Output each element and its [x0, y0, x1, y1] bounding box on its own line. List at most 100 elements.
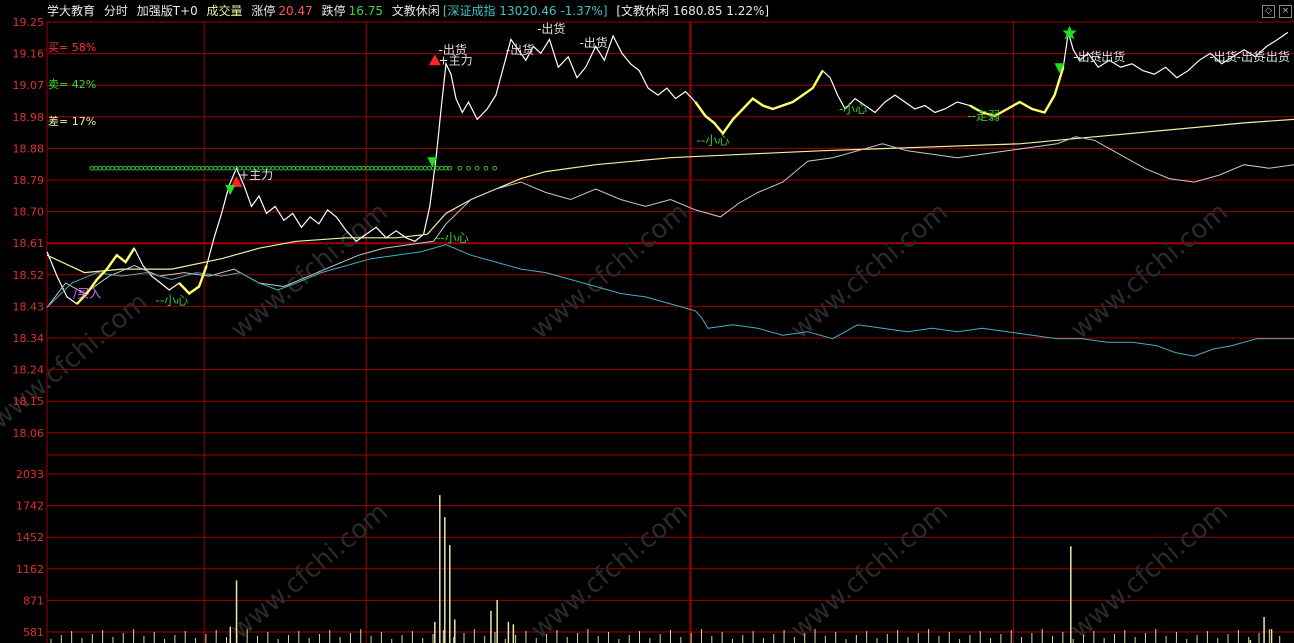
signal-dot: [163, 165, 169, 171]
signal-dot: [274, 165, 280, 171]
signal-dot: [204, 165, 210, 171]
price-tick-label: 18.79: [13, 174, 45, 187]
signal-dot: [180, 165, 185, 171]
signal-dot: [307, 165, 313, 171]
signal-dot: [414, 165, 420, 171]
annotation-label: -出货: [1097, 49, 1125, 64]
signal-dot: [389, 165, 395, 171]
price-tick-label: 18.43: [13, 300, 45, 313]
signal-dot: [212, 165, 218, 171]
signal-dot: [332, 165, 338, 171]
signal-dot: [344, 165, 350, 171]
signal-dot: [147, 165, 152, 171]
intraday-chart[interactable]: www.cfchi.com www.cfchi.com www.cfchi.com w…: [0, 0, 1294, 643]
limit-down-label: 跌停: [321, 4, 346, 18]
signal-dot: [295, 165, 300, 171]
signal-dot: [447, 165, 453, 171]
signal-dot: [352, 165, 358, 171]
watermark-text: www.cfchi.com: [525, 197, 694, 345]
stock-name[interactable]: 学大教育: [47, 4, 95, 18]
signal-dot: [155, 165, 161, 171]
signal-dot: [457, 165, 463, 171]
signal-dot: [373, 165, 379, 171]
annotations: /买入 --小心+主力--小心+主力-出货 -出货-出货-出货--小心-小心 --走弱…: [73, 21, 1290, 307]
volume-label: 成交量: [206, 4, 243, 18]
signal-dot: [101, 165, 107, 171]
signal-dot: [114, 165, 119, 171]
signal-dots: [89, 165, 498, 171]
signal-dot: [361, 165, 366, 171]
restore-button[interactable]: ◇: [1262, 5, 1275, 18]
annotation-label: --小心: [155, 293, 188, 307]
signal-dot: [336, 165, 342, 171]
signal-dot: [439, 165, 445, 171]
signal-dot: [134, 165, 140, 171]
volume-tick-label: 1162: [16, 563, 44, 576]
volume-tick-label: 1742: [16, 500, 44, 513]
signal-dot: [291, 165, 296, 171]
indicator-name[interactable]: 加强版T+0: [137, 4, 198, 18]
signal-dot: [184, 165, 189, 171]
signal-dot: [278, 165, 284, 171]
signal-dot: [402, 165, 407, 171]
header-bar: 学大教育 分时 加强版T+0 成交量 涨停 20.47 跌停 16.75 文教休闲[…: [0, 0, 1294, 22]
price-line: [46, 31, 1289, 305]
signal-dot: [138, 165, 144, 171]
volume-tick-label: 581: [23, 626, 44, 639]
price-tick-label: 18.88: [13, 142, 45, 155]
signal-dot: [217, 165, 222, 171]
signal-dot: [93, 165, 99, 171]
signal-dot: [159, 165, 165, 171]
signal-dot: [192, 165, 198, 171]
signal-dot: [385, 165, 391, 171]
annotation-label: --走弱: [967, 109, 1000, 123]
signal-dot: [315, 165, 321, 171]
stat-label: 差= 17%: [48, 114, 96, 128]
signal-dot: [196, 165, 202, 171]
signal-dot: [151, 165, 156, 171]
stat-label: 卖= 42%: [48, 78, 96, 91]
signal-dot: [418, 165, 424, 171]
signal-dot: [340, 165, 346, 171]
view-label[interactable]: 分时: [104, 4, 128, 18]
price-tick-label: 18.24: [13, 364, 45, 377]
signal-dot: [221, 165, 226, 171]
stat-label: 买= 58%: [48, 41, 96, 54]
price-tick-label: 18.52: [13, 269, 45, 282]
annotation-label: -小心: [839, 102, 867, 116]
signal-dot: [188, 165, 194, 171]
signal-dot: [377, 165, 383, 171]
signal-dot: [422, 165, 428, 171]
price-tick-label: 19.07: [13, 79, 45, 92]
signal-dot: [287, 165, 292, 171]
signal-dot: [167, 165, 173, 171]
price-tick-label: 18.98: [13, 111, 45, 124]
annotation-label: -出货: [506, 42, 534, 57]
annotation-label: -出货: [1262, 49, 1290, 64]
signal-dot: [466, 165, 471, 171]
signal-dot: [225, 165, 231, 171]
signal-dot: [299, 165, 305, 171]
watermark-text: www.cfchi.com: [785, 497, 954, 643]
signal-dot: [110, 165, 115, 171]
watermark-text: www.cfchi.com: [525, 497, 694, 643]
annotation-label: /买入: [73, 286, 101, 300]
index-info: [深证成指 13020.46 -1.37%]: [442, 4, 608, 18]
signal-dot: [126, 165, 132, 171]
signal-dot: [106, 165, 111, 171]
annotation-label: +主力: [239, 168, 273, 182]
signal-dot: [208, 165, 214, 171]
signal-dot: [324, 165, 329, 171]
watermarks: www.cfchi.com www.cfchi.com www.cfchi.com w…: [0, 197, 1234, 643]
signal-dot: [426, 165, 432, 171]
annotation-label: --小心: [436, 231, 469, 245]
signal-dot: [492, 165, 498, 171]
highlight-segment: [178, 265, 208, 296]
close-button[interactable]: ×: [1279, 5, 1292, 18]
price-tick-label: 19.16: [13, 48, 45, 61]
signal-dot: [97, 165, 103, 171]
signal-dot: [410, 165, 416, 171]
signal-dot: [483, 165, 489, 171]
limit-down-value: 16.75: [348, 4, 383, 18]
watermark-text: www.cfchi.com: [225, 497, 394, 643]
